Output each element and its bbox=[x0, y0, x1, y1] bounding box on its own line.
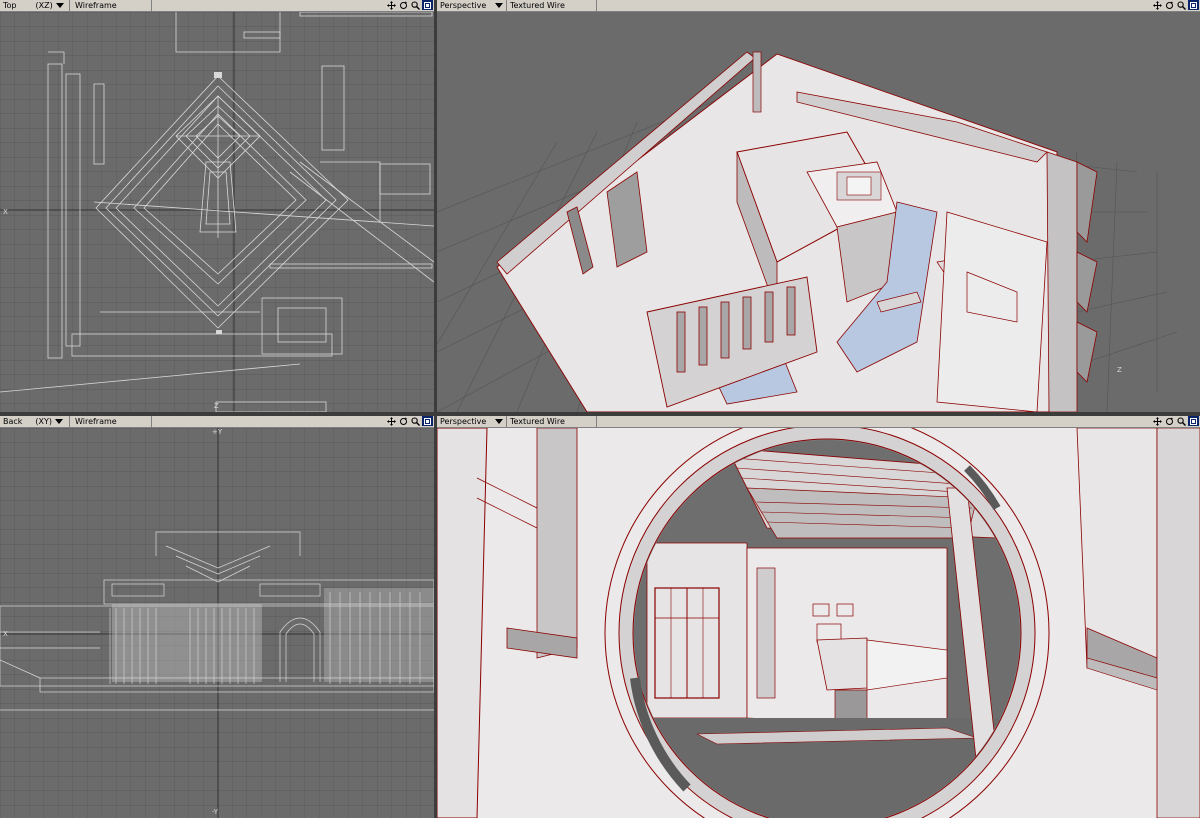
viewport-back[interactable]: Back (XY) Wireframe +Y -Y X bbox=[0, 416, 434, 818]
zoom-icon[interactable] bbox=[1176, 416, 1187, 426]
chevron-down-icon bbox=[55, 419, 64, 424]
view-select[interactable]: Perspective bbox=[437, 416, 507, 427]
render-mode-select[interactable]: Wireframe bbox=[72, 0, 152, 11]
chevron-down-icon bbox=[495, 419, 504, 424]
render-mode-select[interactable]: Wireframe bbox=[72, 416, 152, 427]
viewport-toolbar: Perspective Textured Wire bbox=[437, 0, 1200, 12]
chevron-down-icon bbox=[55, 3, 64, 8]
view-label: Top bbox=[3, 1, 17, 10]
viewport-canvas[interactable] bbox=[437, 428, 1200, 818]
viewport-toolbar: Back (XY) Wireframe bbox=[0, 416, 434, 428]
axis-label-y-bottom: -Y bbox=[212, 808, 218, 816]
viewport-top[interactable]: Top (XZ) Wireframe X Z bbox=[0, 0, 434, 412]
render-mode-label: Textured Wire bbox=[510, 417, 565, 426]
viewport-toolbar: Perspective Textured Wire bbox=[437, 416, 1200, 428]
maximize-icon[interactable] bbox=[422, 416, 433, 426]
viewport-canvas[interactable]: +Y -Y X bbox=[0, 428, 434, 818]
axis-label-x: X bbox=[3, 630, 8, 638]
viewport-controls bbox=[1152, 416, 1199, 427]
viewport-perspective-interior[interactable]: Perspective Textured Wire bbox=[437, 416, 1200, 818]
maximize-icon[interactable] bbox=[1188, 416, 1199, 426]
view-select[interactable]: Perspective bbox=[437, 0, 507, 11]
maximize-icon[interactable] bbox=[1188, 0, 1199, 10]
viewport-controls bbox=[386, 0, 433, 11]
maximize-icon[interactable] bbox=[422, 0, 433, 10]
move-icon[interactable] bbox=[1152, 0, 1163, 10]
viewport-canvas[interactable]: X Z bbox=[0, 12, 434, 412]
render-mode-select[interactable]: Textured Wire bbox=[507, 416, 597, 427]
viewport-toolbar: Top (XZ) Wireframe bbox=[0, 0, 434, 12]
viewport-controls bbox=[1152, 0, 1199, 11]
render-mode-select[interactable]: Textured Wire bbox=[507, 0, 597, 11]
view-select[interactable]: Back (XY) bbox=[0, 416, 70, 427]
render-mode-label: Textured Wire bbox=[510, 1, 565, 10]
rotate-icon[interactable] bbox=[1164, 0, 1175, 10]
move-icon[interactable] bbox=[386, 416, 397, 426]
viewport-controls bbox=[386, 416, 433, 427]
rotate-icon[interactable] bbox=[1164, 416, 1175, 426]
move-icon[interactable] bbox=[1152, 416, 1163, 426]
axis-label-z: Z bbox=[1117, 366, 1122, 374]
view-select[interactable]: Top (XZ) bbox=[0, 0, 70, 11]
render-mode-label: Wireframe bbox=[75, 417, 117, 426]
zoom-icon[interactable] bbox=[1176, 0, 1187, 10]
axis-label-y-top: +Y bbox=[212, 428, 223, 436]
rotate-icon[interactable] bbox=[398, 416, 409, 426]
move-icon[interactable] bbox=[386, 0, 397, 10]
zoom-icon[interactable] bbox=[410, 416, 421, 426]
view-label: Back bbox=[3, 417, 23, 426]
rotate-icon[interactable] bbox=[398, 0, 409, 10]
chevron-down-icon bbox=[495, 3, 504, 8]
zoom-icon[interactable] bbox=[410, 0, 421, 10]
axis-label-x: X bbox=[3, 208, 8, 216]
viewport-canvas[interactable]: Z bbox=[437, 12, 1200, 412]
axes-label: (XZ) bbox=[35, 1, 53, 10]
axis-label-z: Z bbox=[214, 402, 219, 410]
view-label: Perspective bbox=[440, 1, 487, 10]
axes-label: (XY) bbox=[35, 417, 53, 426]
viewport-perspective-aerial[interactable]: Perspective Textured Wire Z bbox=[437, 0, 1200, 412]
render-mode-label: Wireframe bbox=[75, 1, 117, 10]
view-label: Perspective bbox=[440, 417, 487, 426]
